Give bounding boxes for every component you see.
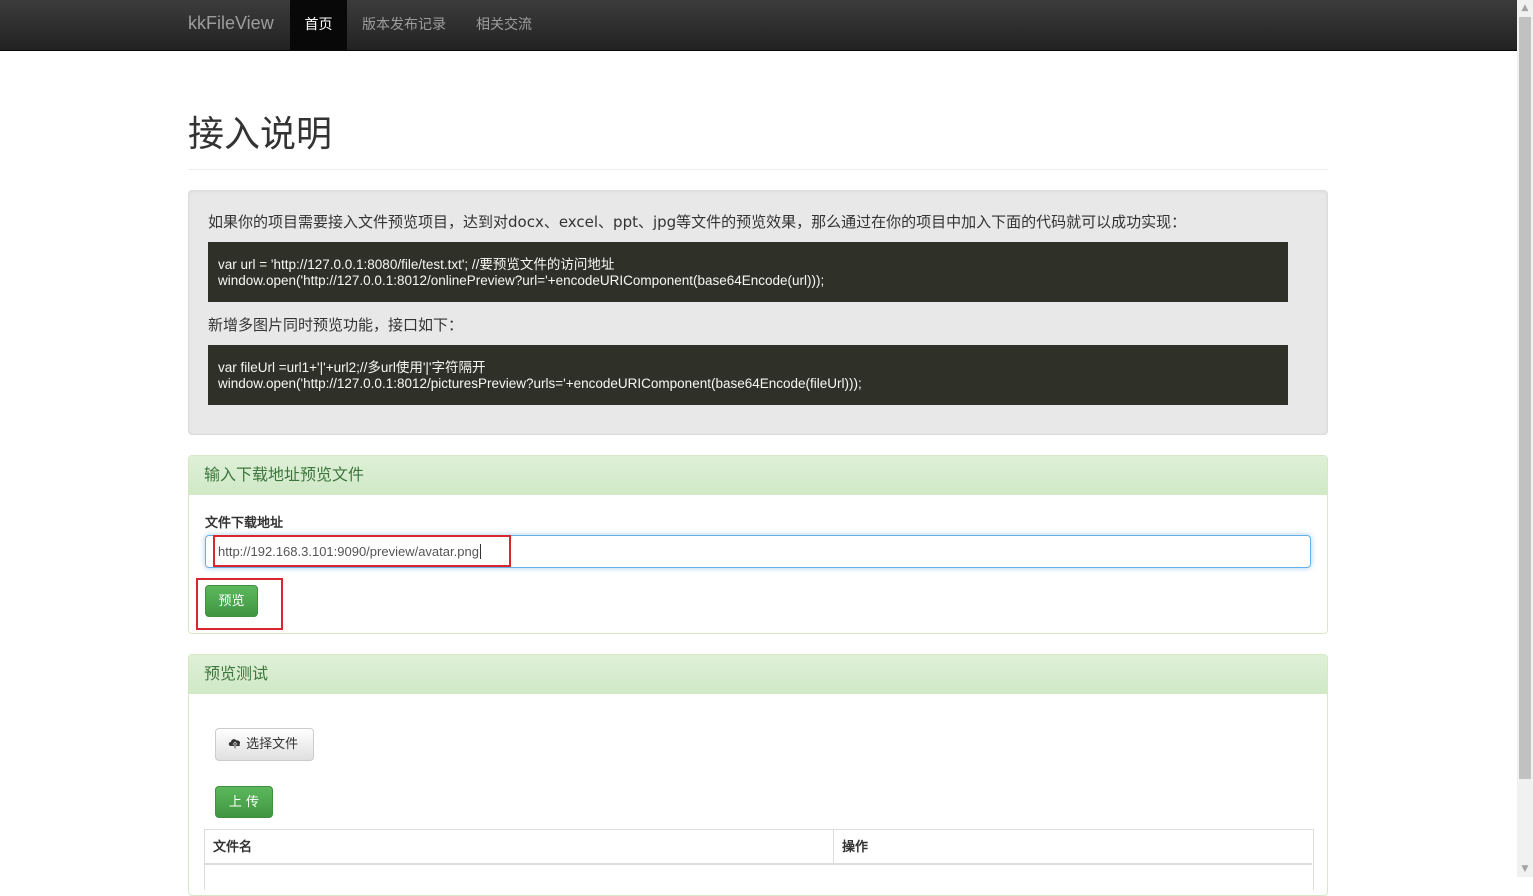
- code-line: window.open('http://127.0.0.1:8012/pictu…: [218, 376, 862, 391]
- code-line: var url = 'http://127.0.0.1:8080/file/te…: [218, 257, 615, 272]
- code-block-single: var url = 'http://127.0.0.1:8080/file/te…: [208, 242, 1288, 302]
- nav-community[interactable]: 相关交流: [461, 0, 547, 50]
- cloud-upload-icon: [228, 739, 241, 749]
- choose-file-label: 选择文件: [246, 737, 299, 752]
- table-header-actions: 操作: [834, 830, 1312, 865]
- choose-file-button[interactable]: 选择文件: [215, 728, 314, 761]
- instructions-well: 如果你的项目需要接入文件预览项目，达到对docx、excel、ppt、jpg等文…: [188, 190, 1328, 435]
- upload-button[interactable]: 上 传: [215, 786, 273, 818]
- url-highlight-box: [213, 535, 511, 567]
- scroll-up-arrow-icon[interactable]: ▲: [1517, 0, 1533, 16]
- nav-release-notes[interactable]: 版本发布记录: [347, 0, 461, 50]
- code-block-multi: var fileUrl =url1+'|'+url2;//多url使用'|'字符…: [208, 345, 1288, 405]
- brand-link[interactable]: kkFileView: [188, 13, 274, 34]
- scroll-down-arrow-icon[interactable]: ▼: [1517, 861, 1533, 877]
- table-header-filename: 文件名: [205, 830, 834, 865]
- code-line: var fileUrl =url1+'|'+url2;//多url使用'|'字符…: [218, 360, 486, 375]
- panel-heading: 预览测试: [189, 655, 1327, 694]
- page-title: 接入说明: [188, 113, 333, 154]
- page-header: 接入说明: [188, 105, 1328, 170]
- nav-home[interactable]: 首页: [290, 0, 347, 50]
- scroll-thumb[interactable]: [1519, 17, 1531, 779]
- preview-highlight-box: [196, 578, 283, 630]
- top-navbar: kkFileView 首页 版本发布记录 相关交流: [0, 0, 1517, 51]
- page-scrollbar[interactable]: ▲ ▼: [1517, 0, 1533, 877]
- preview-test-panel: 预览测试 选择文件 上 传 文件名 操作: [188, 654, 1328, 896]
- url-preview-panel: 输入下载地址预览文件 文件下载地址 http://192.168.3.101:9…: [188, 455, 1328, 634]
- url-field-label: 文件下载地址: [205, 516, 284, 531]
- panel-heading: 输入下载地址预览文件: [189, 456, 1327, 495]
- intro-text: 如果你的项目需要接入文件预览项目，达到对docx、excel、ppt、jpg等文…: [208, 213, 1187, 231]
- file-table: 文件名 操作: [204, 829, 1314, 890]
- code-line: window.open('http://127.0.0.1:8012/onlin…: [218, 273, 825, 288]
- multi-preview-text: 新增多图片同时预览功能，接口如下：: [208, 316, 464, 334]
